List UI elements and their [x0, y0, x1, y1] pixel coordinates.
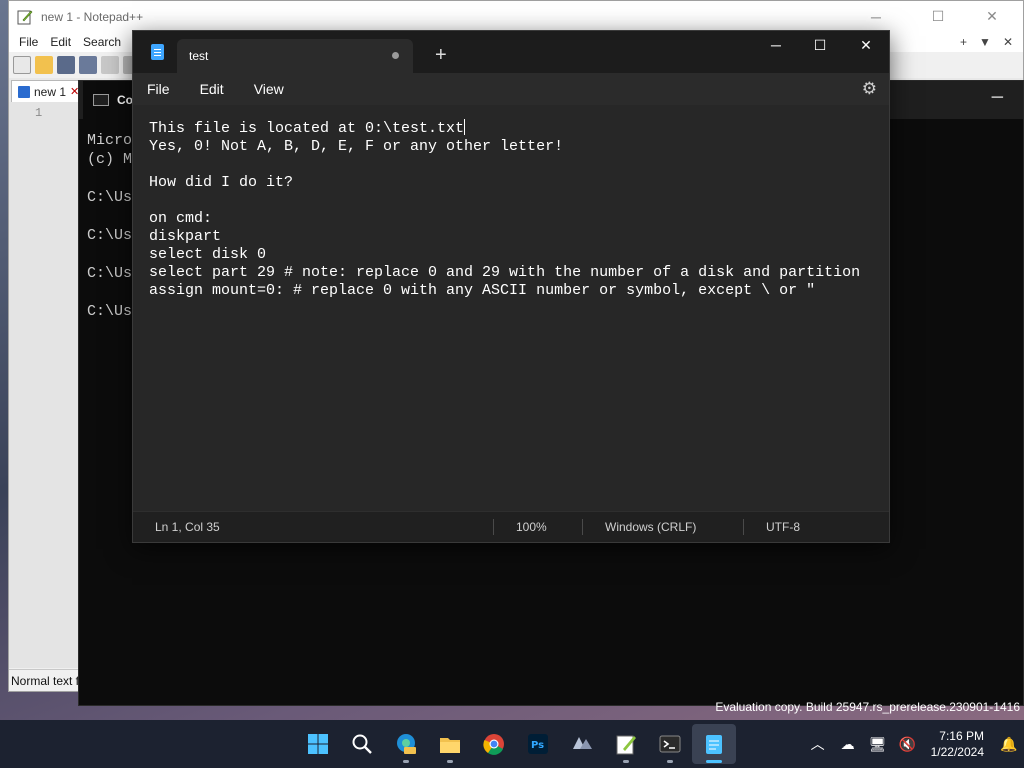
active-indicator: [706, 760, 722, 763]
notepadpp-taskbar-button[interactable]: [604, 724, 648, 764]
notepadpp-titlebar[interactable]: new 1 - Notepad++ ─ ☐ ✕: [9, 1, 1023, 32]
status-encoding[interactable]: UTF-8: [744, 518, 864, 536]
text-line[interactable]: diskpart: [149, 228, 873, 246]
npp-close-doc-icon[interactable]: ✕: [1003, 35, 1013, 49]
menu-view[interactable]: View: [244, 81, 294, 97]
floppy-icon: [18, 85, 30, 98]
notepad-taskbar-button[interactable]: [692, 724, 736, 764]
save-all-icon[interactable]: [79, 56, 97, 74]
cmd-icon: [93, 94, 109, 106]
new-file-icon[interactable]: [13, 56, 31, 74]
notepadpp-maximize-button[interactable]: ☐: [915, 1, 961, 32]
search-button[interactable]: [340, 724, 384, 764]
text-caret: [464, 119, 466, 135]
npp-status-language: Normal text f: [11, 673, 80, 688]
notepad-taskbar-icon: [706, 735, 722, 754]
text-line[interactable]: This file is located at 0:\test.txt: [149, 119, 873, 138]
clock-time: 7:16 PM: [939, 729, 984, 743]
running-indicator: [667, 760, 673, 763]
open-file-icon[interactable]: [35, 56, 53, 74]
npp-add-tab-icon[interactable]: +: [960, 35, 967, 49]
math-app-icon: [573, 737, 592, 749]
system-tray: ︿ ☁ 🖥 🔇 7:16 PM 1/22/2024 🔔: [803, 720, 1024, 768]
status-zoom[interactable]: 100%: [494, 518, 582, 536]
status-cursor-position: Ln 1, Col 35: [155, 520, 220, 534]
notepad-text-area[interactable]: This file is located at 0:\test.txt Yes, …: [133, 105, 889, 511]
notepadpp-app-icon: [17, 10, 33, 24]
edge-pre-button[interactable]: [384, 724, 428, 764]
menu-file[interactable]: File: [137, 81, 180, 97]
npp-menu-search[interactable]: Search: [77, 35, 127, 49]
save-icon[interactable]: [57, 56, 75, 74]
network-icon[interactable]: 🖥: [863, 736, 893, 753]
text-line[interactable]: select part 29 # note: replace 0 and 29 …: [149, 264, 873, 282]
notepadpp-taskbar-icon: [616, 735, 636, 755]
volume-muted-icon[interactable]: 🔇: [893, 736, 923, 753]
running-indicator: [403, 760, 409, 763]
edge-pre-icon: [397, 734, 416, 754]
running-indicator: [447, 760, 453, 763]
notepad-menubar: File Edit View ⚙: [133, 73, 889, 105]
text-line[interactable]: Yes, 0! Not A, B, D, E, F or any other l…: [149, 138, 873, 156]
notepad-maximize-button[interactable]: ☐: [797, 31, 843, 59]
npp-menu-edit[interactable]: Edit: [44, 35, 77, 49]
folder-icon: [440, 738, 460, 753]
notepadpp-title: new 1 - Notepad++: [41, 9, 144, 24]
search-icon: [352, 734, 372, 754]
text-line[interactable]: [149, 156, 873, 174]
svg-text:Ps: Ps: [531, 740, 544, 751]
text-line[interactable]: on cmd:: [149, 210, 873, 228]
npp-menu-file[interactable]: File: [13, 35, 44, 49]
text-line[interactable]: How did I do it?: [149, 174, 873, 192]
npp-menu-right-controls: + ▼ ✕: [960, 32, 1023, 52]
notepad-app-icon: [151, 44, 164, 60]
math-app-button[interactable]: [560, 724, 604, 764]
unsaved-dot-icon[interactable]: [392, 52, 399, 59]
evaluation-watermark: Evaluation copy. Build 25947.rs_prerelea…: [715, 700, 1020, 714]
clock[interactable]: 7:16 PM 1/22/2024: [931, 728, 984, 760]
terminal-button[interactable]: [648, 724, 692, 764]
close-icon[interactable]: [101, 56, 119, 74]
notification-bell-icon[interactable]: 🔔: [994, 736, 1024, 753]
chrome-icon: [483, 734, 504, 755]
onedrive-icon[interactable]: ☁: [833, 736, 863, 753]
text-line[interactable]: assign mount=0: # replace 0 with any ASC…: [149, 282, 873, 300]
new-tab-button[interactable]: +: [435, 43, 447, 67]
file-explorer-button[interactable]: [428, 724, 472, 764]
line-number: 1: [35, 106, 43, 120]
notepad-statusbar: Ln 1, Col 35 100% Windows (CRLF) UTF-8: [133, 511, 889, 542]
notepad-minimize-button[interactable]: ─: [753, 31, 799, 59]
cmd-minimize-button[interactable]: ─: [992, 89, 1003, 107]
photoshop-button[interactable]: Ps: [516, 724, 560, 764]
notepadpp-close-button[interactable]: ✕: [969, 1, 1015, 32]
taskbar-apps: Ps: [296, 720, 736, 768]
windows-logo-icon: [308, 734, 328, 754]
menu-edit[interactable]: Edit: [190, 81, 234, 97]
notepad-text-content[interactable]: This file is located at 0:\test.txt Yes, …: [149, 119, 873, 300]
notepad-tab-test[interactable]: test: [177, 39, 413, 73]
npp-tab-label: new 1: [34, 84, 67, 99]
tray-chevron-icon[interactable]: ︿: [803, 734, 833, 754]
status-line-ending[interactable]: Windows (CRLF): [583, 518, 743, 536]
gear-icon[interactable]: ⚙: [862, 79, 877, 99]
npp-line-gutter: 1: [9, 102, 79, 668]
photoshop-icon: Ps: [528, 734, 548, 754]
text-line[interactable]: [149, 192, 873, 210]
taskbar: Ps ︿ ☁ 🖥 🔇 7:16 PM 1/22/2024 🔔: [0, 720, 1024, 768]
start-button[interactable]: [296, 724, 340, 764]
notepadpp-minimize-button[interactable]: ─: [853, 1, 899, 32]
npp-tab-list-icon[interactable]: ▼: [979, 35, 991, 49]
text-line[interactable]: select disk 0: [149, 246, 873, 264]
cmd-tab-title: Co: [117, 93, 133, 107]
npp-tab-new1[interactable]: new 1 ✕: [11, 80, 87, 102]
terminal-icon: [659, 735, 681, 753]
notepad-titlebar[interactable]: test + ─ ☐ ✕: [133, 31, 889, 73]
clock-date: 1/22/2024: [930, 745, 984, 759]
chrome-button[interactable]: [472, 724, 516, 764]
notepad-close-button[interactable]: ✕: [843, 31, 889, 59]
notepad-window[interactable]: test + ─ ☐ ✕ File Edit View ⚙ This file …: [132, 30, 890, 543]
running-indicator: [623, 760, 629, 763]
notepad-tab-title: test: [189, 49, 209, 63]
